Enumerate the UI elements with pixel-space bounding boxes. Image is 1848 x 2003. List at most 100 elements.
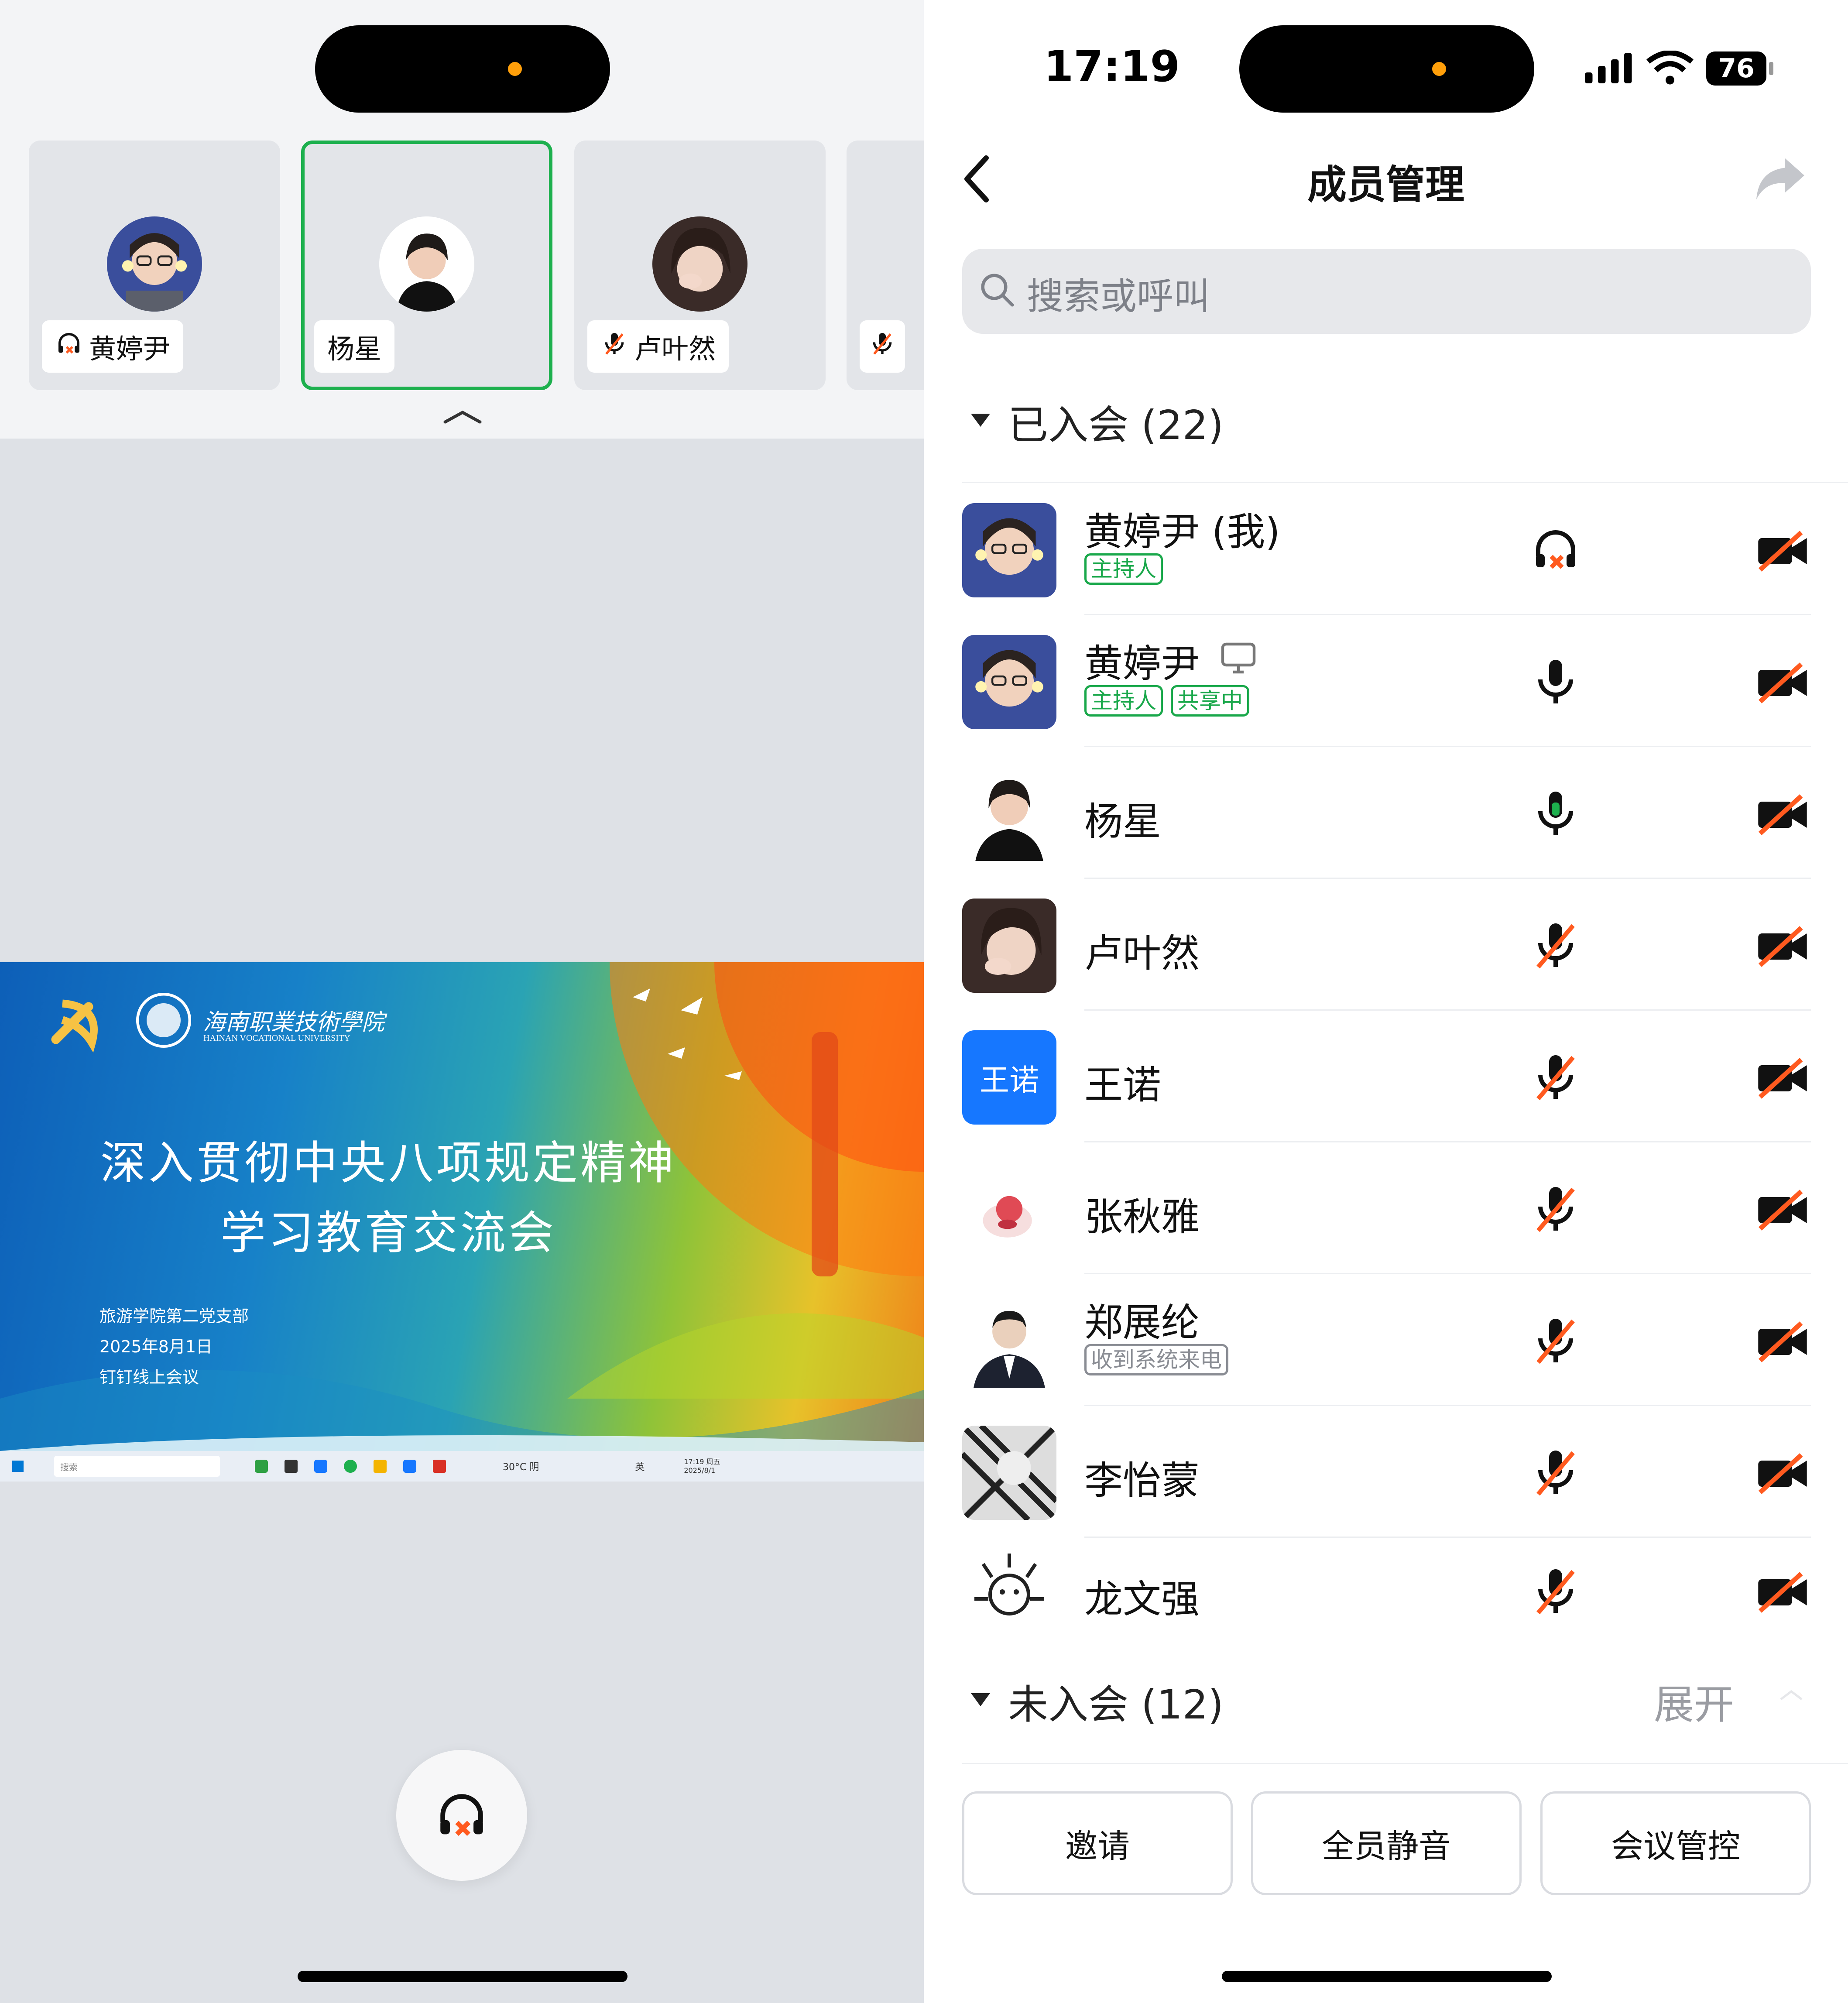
camera-off-icon[interactable] (1756, 791, 1809, 839)
chevron-up-icon[interactable] (1778, 1689, 1804, 1702)
participant-tile[interactable]: 黄婷尹 (29, 141, 280, 390)
mic-muted-icon[interactable] (1529, 1051, 1582, 1103)
mic-muted-icon[interactable] (1529, 919, 1582, 971)
participant-name-chip (860, 320, 905, 373)
windows-start-icon (12, 1461, 24, 1472)
participant-tile-active[interactable]: 杨星 (301, 141, 552, 390)
member-name: 李怡蒙 (1084, 1458, 1200, 1503)
participant-name-chip: 卢叶然 (587, 320, 729, 373)
participant-tile[interactable]: 卢叶然 (574, 141, 826, 390)
avatar (962, 635, 1056, 729)
slide-title-line2: 学习教育交流会 (220, 1206, 556, 1259)
search-input[interactable]: 搜索或呼叫 (962, 249, 1811, 334)
member-row[interactable]: 龙文强 (962, 1538, 1811, 1643)
headset-muted-icon[interactable] (1529, 524, 1582, 576)
host-badge: 主持人 (1084, 553, 1163, 585)
participant-name-chip: 杨星 (314, 320, 395, 373)
camera-off-icon[interactable] (1756, 1318, 1809, 1366)
avatar (962, 767, 1056, 861)
expand-link[interactable]: 展开 (1654, 1672, 1734, 1730)
participant-name: 杨星 (327, 333, 382, 365)
search-placeholder: 搜索或呼叫 (1027, 275, 1210, 318)
member-name: 龙文强 (1084, 1577, 1200, 1622)
taskbar-weather: 30°C 阴 (503, 1462, 539, 1473)
mic-speaking-icon[interactable] (1529, 787, 1582, 840)
mic-icon[interactable] (1529, 655, 1582, 708)
invite-button[interactable]: 邀请 (962, 1791, 1233, 1895)
divider (962, 482, 1848, 483)
mic-muted-icon[interactable] (1529, 1565, 1582, 1617)
member-row[interactable]: 王诺 王诺 (962, 1011, 1811, 1142)
party-emblem-icon (51, 999, 98, 1053)
avatar (962, 1294, 1056, 1388)
member-tags: 主持人 共享中 (1084, 685, 1257, 717)
member-name: 黄婷尹 (我) (1084, 509, 1280, 554)
camera-off-icon[interactable] (1756, 1450, 1809, 1498)
collapse-chevron-icon[interactable] (441, 408, 484, 425)
shared-taskbar: 搜索 30°C 阴 英 17:19 周五 2025/8/1 (0, 1451, 924, 1482)
camera-off-icon[interactable] (1756, 1186, 1809, 1234)
mic-muted-icon (600, 329, 628, 364)
system-call-badge: 收到系统来电 (1084, 1344, 1228, 1375)
school-name: 海南职業技術學院 (203, 1009, 385, 1036)
member-tags: 收到系统来电 (1084, 1344, 1236, 1375)
home-indicator (1222, 1971, 1552, 1982)
member-row[interactable]: 卢叶然 (962, 879, 1811, 1011)
participant-name: 黄婷尹 (89, 333, 171, 365)
member-name: 王诺 (1084, 1063, 1162, 1108)
meeting-control-button[interactable]: 会议管控 (1540, 1791, 1811, 1895)
taskbar-app-icons (255, 1460, 446, 1473)
school-logo-icon (136, 992, 192, 1048)
battery-tip (1769, 62, 1773, 75)
taskbar-search: 搜索 (54, 1456, 220, 1477)
camera-off-icon[interactable] (1756, 527, 1809, 575)
member-name: 杨星 (1084, 799, 1162, 844)
member-name: 郑展纶 (1084, 1300, 1200, 1345)
camera-off-icon[interactable] (1756, 923, 1809, 971)
slide-info-line: 2025年8月1日 (99, 1337, 213, 1356)
dynamic-island (315, 25, 610, 113)
member-row[interactable]: 杨星 (962, 747, 1811, 879)
collapse-triangle-icon[interactable] (971, 414, 990, 427)
avatar (962, 1547, 1056, 1634)
member-name: 黄婷尹 (1084, 641, 1200, 686)
avatar (962, 503, 1056, 597)
school-name-en: HAINAN VOCATIONAL UNIVERSITY (203, 1033, 350, 1043)
avatar (962, 899, 1056, 993)
taskbar-clock: 17:19 周五 2025/8/1 (684, 1458, 720, 1475)
headset-muted-icon (55, 329, 83, 364)
joined-section-header[interactable]: 已入会 (22) (1008, 393, 1224, 451)
member-row[interactable]: 李怡蒙 (962, 1406, 1811, 1538)
avatar (652, 216, 747, 312)
member-row[interactable]: 郑展纶 收到系统来电 (962, 1274, 1811, 1406)
slide-title-line1: 深入贯彻中央八项规定精神 (100, 1136, 676, 1190)
audio-toggle-button[interactable] (396, 1750, 527, 1881)
avatar (379, 216, 474, 312)
camera-off-icon[interactable] (1756, 1568, 1809, 1616)
collapse-triangle-icon[interactable] (971, 1693, 990, 1706)
camera-off-icon[interactable] (1756, 659, 1809, 707)
not-joined-section-header[interactable]: 未入会 (12) (1008, 1672, 1224, 1730)
avatar-text: 王诺 (962, 1030, 1056, 1125)
taskbar-lang: 英 (635, 1462, 645, 1473)
host-badge: 主持人 (1084, 685, 1163, 717)
mic-muted-icon (868, 329, 896, 364)
participant-tile[interactable] (847, 141, 924, 390)
battery-icon: 76 (1706, 51, 1766, 86)
member-row[interactable]: 张秋雅 (962, 1142, 1811, 1274)
mute-all-button[interactable]: 全员静音 (1251, 1791, 1522, 1895)
camera-off-icon[interactable] (1756, 1054, 1809, 1102)
participant-name-chip: 黄婷尹 (42, 320, 184, 373)
mic-muted-icon[interactable] (1529, 1183, 1582, 1235)
share-arrow-icon[interactable] (1754, 154, 1807, 202)
member-row[interactable]: 黄婷尹 (我) 主持人 (962, 484, 1811, 615)
divider (962, 1763, 1848, 1764)
cellular-signal-icon (1585, 53, 1632, 83)
mic-muted-icon[interactable] (1529, 1446, 1582, 1499)
member-row[interactable]: 黄婷尹 主持人 共享中 (962, 615, 1811, 747)
search-icon (981, 274, 1014, 307)
avatar (962, 1162, 1056, 1256)
mic-muted-icon[interactable] (1529, 1314, 1582, 1367)
member-name: 卢叶然 (1084, 931, 1200, 976)
member-tags: 主持人 (1084, 553, 1171, 585)
